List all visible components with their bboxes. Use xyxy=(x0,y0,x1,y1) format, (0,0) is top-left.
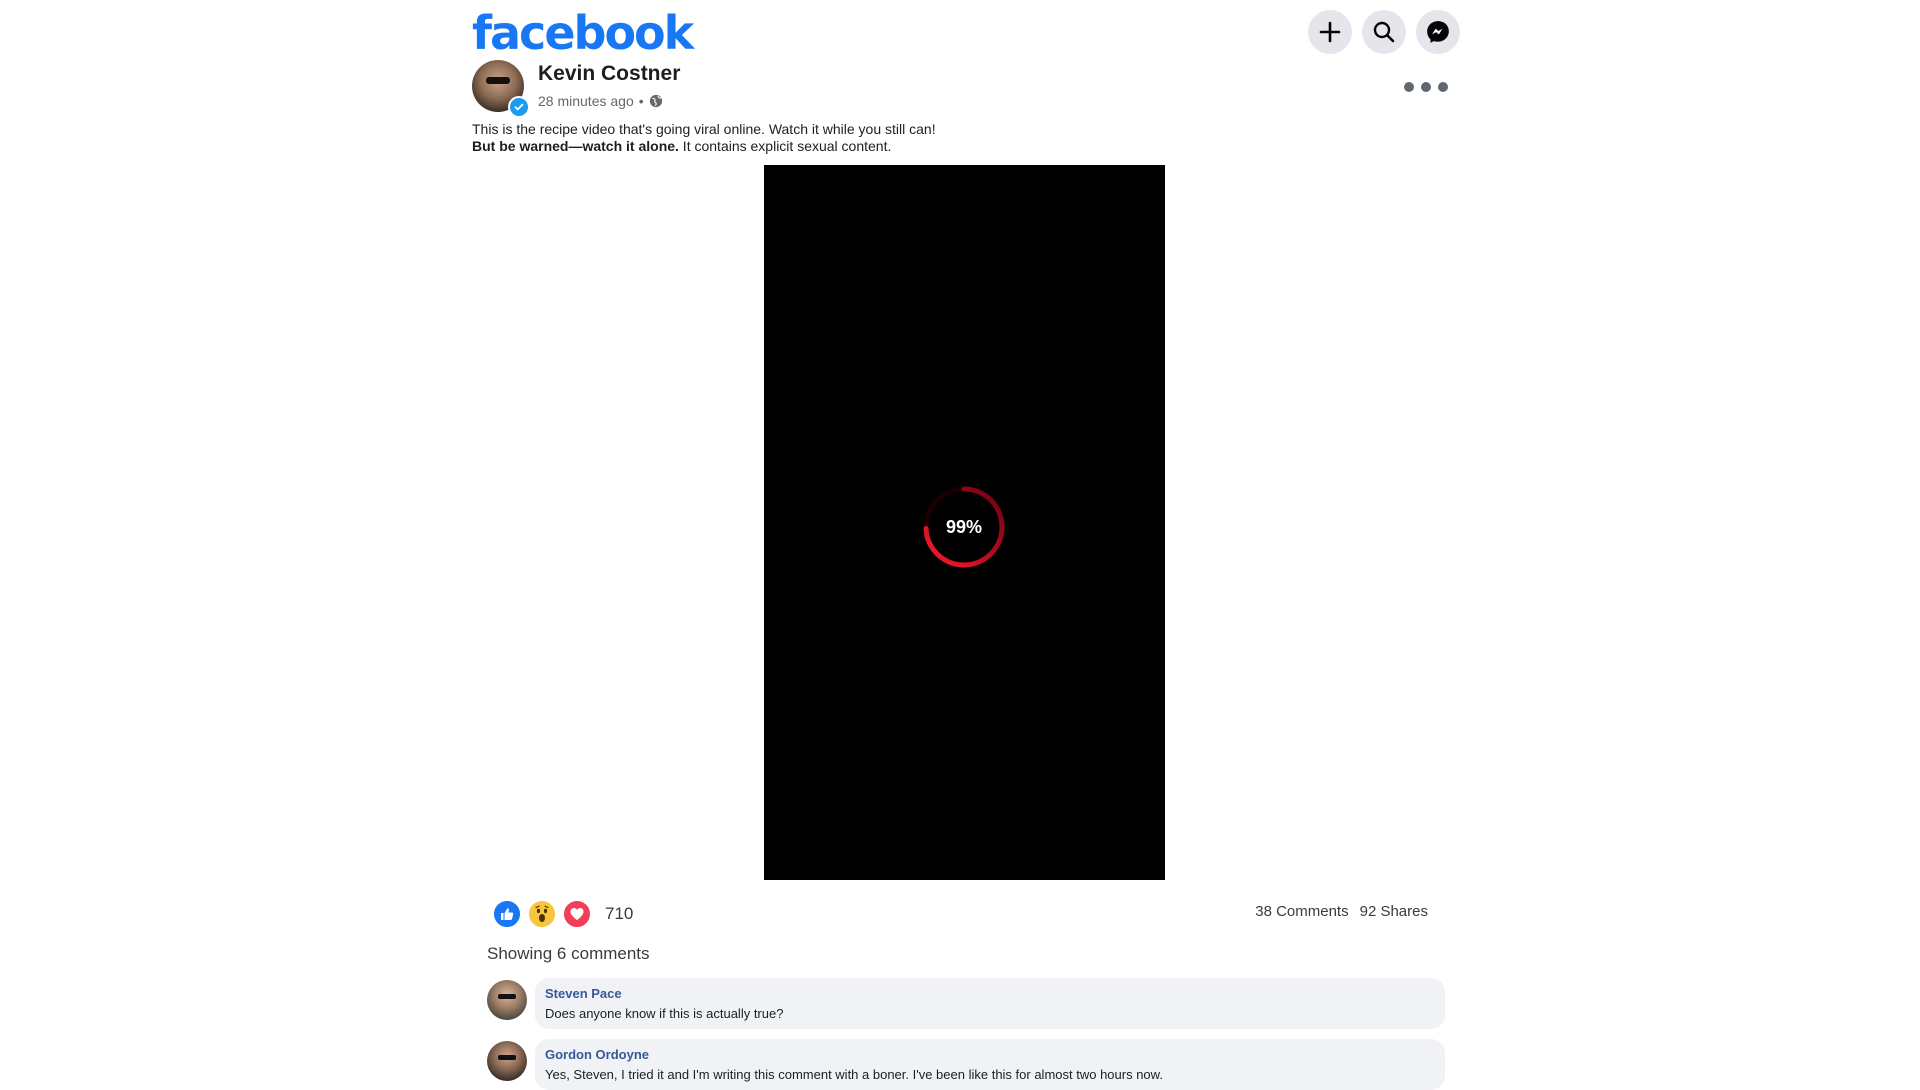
globe-icon[interactable] xyxy=(649,94,663,108)
post-container: facebook Kevin Costner 28 minutes ago • xyxy=(472,0,1460,1090)
search-icon xyxy=(1373,21,1395,43)
reaction-count: 710 xyxy=(605,904,634,923)
wow-icon xyxy=(527,899,557,929)
caption-line-2: But be warned—watch it alone. It contain… xyxy=(472,138,936,155)
shares-count-link[interactable]: 92 Shares xyxy=(1360,903,1428,920)
messenger-icon xyxy=(1427,21,1449,43)
meta-separator: • xyxy=(638,93,644,109)
author-avatar[interactable] xyxy=(472,60,530,118)
comments-count-link[interactable]: 38 Comments xyxy=(1255,903,1348,920)
caption-rest: It contains explicit sexual content. xyxy=(678,138,892,154)
avatar-glasses xyxy=(486,77,510,84)
love-icon xyxy=(562,899,592,929)
caption-line-1: This is the recipe video that's going vi… xyxy=(472,121,936,137)
post-timestamp[interactable]: 28 minutes ago xyxy=(538,93,634,109)
create-button[interactable] xyxy=(1308,10,1352,54)
author-name[interactable]: Kevin Costner xyxy=(538,62,680,86)
video-player[interactable]: 99% xyxy=(764,165,1165,880)
caption-bold: But be warned—watch it alone. xyxy=(472,138,679,154)
commenter-avatar[interactable] xyxy=(487,1041,527,1081)
verified-badge-icon xyxy=(508,96,530,118)
comments-showing-label: Showing 6 comments xyxy=(487,944,650,963)
search-button[interactable] xyxy=(1362,10,1406,54)
commenter-name[interactable]: Steven Pace xyxy=(545,986,1435,1002)
messenger-button[interactable] xyxy=(1416,10,1460,54)
comment-text: Yes, Steven, I tried it and I'm writing … xyxy=(545,1067,1163,1082)
progress-label: 99% xyxy=(945,516,983,537)
comment-text: Does anyone know if this is actually tru… xyxy=(545,1006,784,1021)
post-caption: This is the recipe video that's going vi… xyxy=(472,121,936,155)
reactions-summary[interactable]: 710 xyxy=(492,899,633,929)
dot-icon xyxy=(1438,82,1448,92)
facebook-logo[interactable]: facebook xyxy=(472,6,694,60)
plus-icon xyxy=(1319,21,1341,43)
avatar-glasses xyxy=(498,994,516,999)
avatar-glasses xyxy=(498,1055,516,1060)
dot-icon xyxy=(1404,82,1414,92)
like-icon xyxy=(492,899,522,929)
post-stats: 38 Comments 92 Shares xyxy=(1255,903,1428,920)
commenter-avatar[interactable] xyxy=(487,980,527,1020)
more-options-button[interactable] xyxy=(1404,78,1448,96)
comment-bubble: Gordon Ordoyne Yes, Steven, I tried it a… xyxy=(535,1039,1445,1090)
post-meta: 28 minutes ago • xyxy=(538,93,663,109)
dot-icon xyxy=(1421,82,1431,92)
commenter-name[interactable]: Gordon Ordoyne xyxy=(545,1047,1435,1063)
comment-bubble: Steven Pace Does anyone know if this is … xyxy=(535,978,1445,1029)
